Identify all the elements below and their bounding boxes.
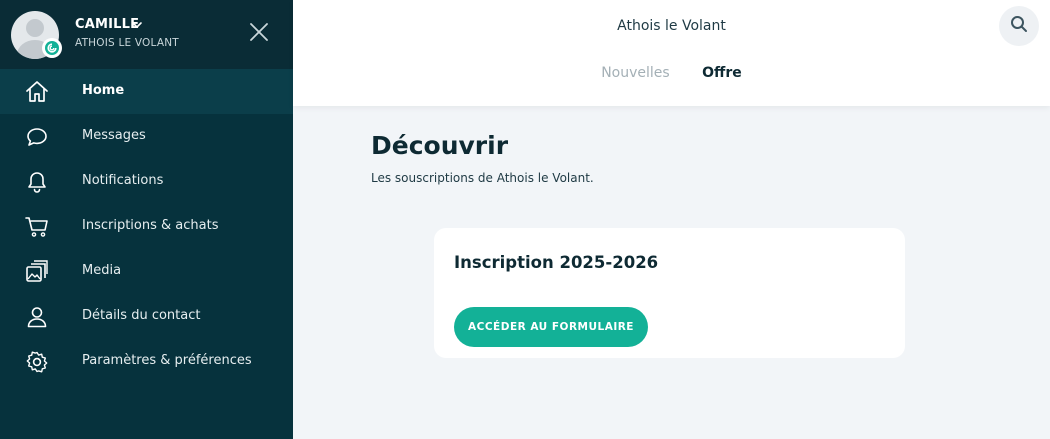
search-icon [1010, 15, 1028, 37]
sidebar: CAMILLE ATHOIS LE VOLANT Home Messages N… [0, 0, 293, 439]
sidebar-item-home[interactable]: Home [0, 69, 293, 114]
close-icon[interactable] [247, 20, 271, 44]
tab-offer[interactable]: Offre [702, 65, 742, 81]
chat-bubble-icon [24, 124, 50, 150]
tab-news[interactable]: Nouvelles [601, 65, 670, 81]
home-icon [24, 79, 50, 105]
sidebar-item-media[interactable]: Media [0, 249, 293, 294]
cart-icon [24, 214, 50, 240]
app-badge-icon [42, 38, 62, 58]
card-title: Inscription 2025-2026 [454, 253, 659, 272]
sidebar-item-label: Paramètres & préférences [82, 353, 252, 368]
section-subtitle: Les souscriptions de Athois le Volant. [371, 171, 594, 185]
section-title: Découvrir [371, 131, 509, 160]
user-header: CAMILLE ATHOIS LE VOLANT [0, 0, 293, 69]
sidebar-item-purchases[interactable]: Inscriptions & achats [0, 204, 293, 249]
sidebar-item-label: Détails du contact [82, 308, 201, 323]
page-title: Athois le Volant [617, 18, 726, 34]
top-bar: Athois le Volant Nouvelles Offre [293, 0, 1050, 106]
sidebar-item-notifications[interactable]: Notifications [0, 159, 293, 204]
subscription-card: Inscription 2025-2026 ACCÉDER AU FORMULA… [434, 228, 905, 358]
access-form-button[interactable]: ACCÉDER AU FORMULAIRE [454, 307, 648, 347]
sidebar-item-label: Home [82, 83, 125, 98]
gear-icon [24, 349, 50, 375]
user-organization: ATHOIS LE VOLANT [75, 37, 179, 49]
images-icon [24, 259, 50, 285]
sidebar-item-label: Media [82, 263, 122, 278]
sidebar-item-label: Messages [82, 128, 146, 143]
sidebar-item-contact-details[interactable]: Détails du contact [0, 294, 293, 339]
sidebar-item-messages[interactable]: Messages [0, 114, 293, 159]
search-button[interactable] [999, 6, 1039, 46]
sidebar-item-label: Notifications [82, 173, 164, 188]
person-icon [24, 304, 50, 330]
tab-bar: Nouvelles Offre [293, 65, 1050, 81]
bell-icon [24, 169, 50, 195]
sidebar-nav: Home Messages Notifications Inscriptions… [0, 69, 293, 384]
chevron-down-icon[interactable] [131, 16, 143, 35]
user-name[interactable]: CAMILLE [75, 17, 139, 32]
sidebar-item-label: Inscriptions & achats [82, 218, 219, 233]
sidebar-item-settings[interactable]: Paramètres & préférences [0, 339, 293, 384]
